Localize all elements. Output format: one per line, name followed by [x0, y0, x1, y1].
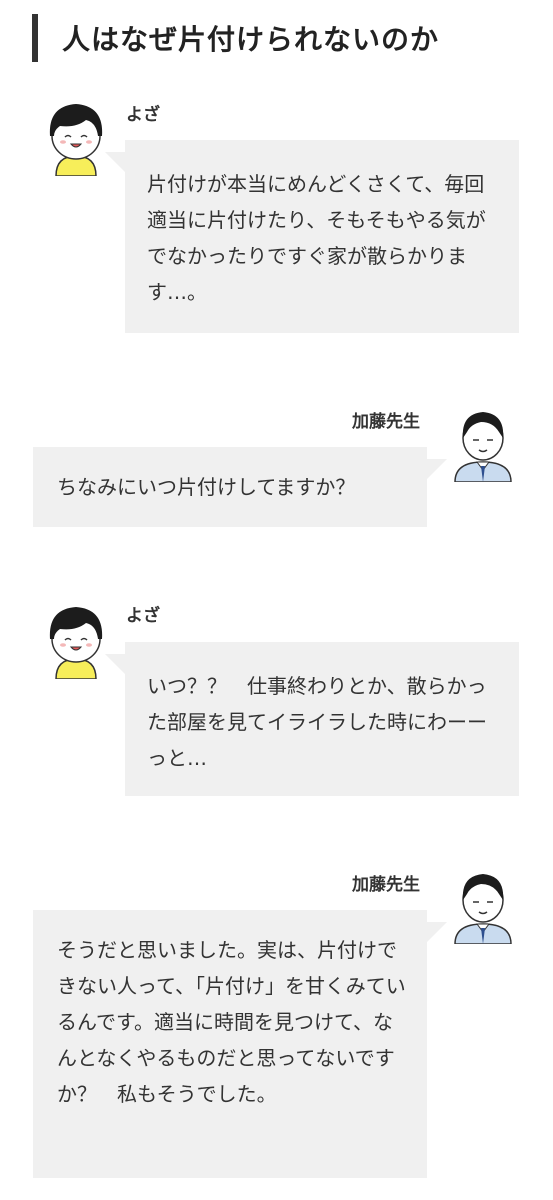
chat-message-text: そうだと思いました。実は、片付けできない人って、「片付け」を甘くみているんです。…: [57, 938, 406, 1106]
chat-bubble: 片付けが本当にめんどくさくて、毎回適当に片付けたり、そもそもやる気がでなかったり…: [105, 140, 519, 333]
heading-accent-bar: [32, 14, 38, 62]
chat-bubble: ちなみにいつ片付けしてますか？: [33, 447, 447, 527]
chat-message-text: ちなみにいつ片付けしてますか？: [57, 475, 356, 499]
chat-bubble: いつ？？ 仕事終わりとか、散らかった部屋を見てイライラした時にわーーっと…: [105, 642, 519, 796]
page-title: 人はなぜ片付けられないのか: [62, 23, 440, 56]
chat-message-text: 片付けが本当にめんどくさくて、毎回適当に片付けたり、そもそもやる気がでなかったり…: [147, 172, 486, 304]
teacher-avatar-icon: [454, 412, 512, 482]
section-heading: 人はなぜ片付けられないのか: [32, 14, 439, 62]
teacher-avatar-icon: [454, 874, 512, 944]
speaker-name: 加藤先生: [352, 875, 420, 895]
speaker-name: 加藤先生: [352, 412, 420, 432]
speaker-name: よざ: [126, 105, 160, 125]
speaker-name: よざ: [126, 606, 160, 626]
chat-message-text: いつ？？ 仕事終わりとか、散らかった部屋を見てイライラした時にわーーっと…: [147, 674, 487, 770]
chat-bubble: そうだと思いました。実は、片付けできない人って、「片付け」を甘くみているんです。…: [33, 910, 447, 1178]
